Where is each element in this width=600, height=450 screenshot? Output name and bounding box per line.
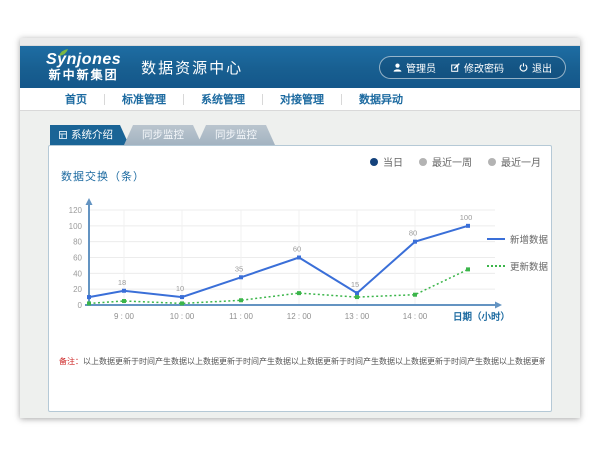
- svg-text:40: 40: [73, 269, 82, 278]
- svg-text:14 : 00: 14 : 00: [403, 312, 428, 321]
- svg-text:100: 100: [69, 222, 83, 231]
- current-user-label: 管理员: [406, 60, 436, 75]
- logout-button[interactable]: 退出: [519, 60, 552, 75]
- legend-item-updated-data[interactable]: 更新数据: [487, 259, 548, 273]
- content-area: 系统介绍 同步监控 同步监控 当日 最近一周: [20, 111, 580, 412]
- radio-last-month[interactable]: 最近一月: [488, 154, 541, 169]
- svg-text:13 : 00: 13 : 00: [345, 312, 370, 321]
- brand-name-en: Synjones: [46, 52, 121, 69]
- change-password-label: 修改密码: [464, 60, 504, 75]
- tab-label: 同步监控: [142, 125, 184, 145]
- tab-label: 同步监控: [215, 125, 257, 145]
- svg-text:15: 15: [351, 280, 359, 289]
- nav-item-interface-mgmt[interactable]: 对接管理: [263, 91, 341, 107]
- tab-label: 系统介绍: [71, 125, 113, 145]
- app-title: 数据资源中心: [141, 57, 243, 78]
- svg-text:11 : 00: 11 : 00: [229, 312, 253, 321]
- nav-item-data-change[interactable]: 数据异动: [342, 91, 420, 107]
- brand-name-cn: 新中新集团: [49, 69, 119, 82]
- legend-line-swatch: [487, 238, 505, 240]
- svg-text:18: 18: [118, 278, 126, 287]
- nav-item-standard-mgmt[interactable]: 标准管理: [105, 91, 183, 107]
- logout-label: 退出: [532, 60, 552, 75]
- user-icon: [393, 63, 402, 72]
- radio-dot: [488, 158, 496, 166]
- tab-bar: 系统介绍 同步监控 同步监控: [50, 125, 552, 145]
- radio-label: 最近一周: [432, 154, 472, 169]
- radio-dot: [370, 158, 378, 166]
- current-user-button[interactable]: 管理员: [393, 60, 436, 75]
- exchange-line-chart: 0 20 40 60 80 100 120 9 : 00 10 : 00 11 : 00 12 : …: [57, 188, 512, 326]
- chart-legend: 新增数据 更新数据: [487, 232, 548, 273]
- power-icon: [519, 63, 528, 72]
- nav-item-home[interactable]: 首页: [48, 91, 104, 107]
- chart-panel: 当日 最近一周 最近一月 数据交换（条） 0 20 40 60 80 100 120 9 : …: [48, 145, 552, 412]
- radio-last-week[interactable]: 最近一周: [419, 154, 472, 169]
- browser-page: Synjones 新中新集团 数据资源中心 管理员: [20, 38, 580, 418]
- svg-text:100: 100: [460, 213, 473, 222]
- tab-sync-monitor-1[interactable]: 同步监控: [124, 125, 202, 145]
- svg-text:80: 80: [73, 238, 82, 247]
- legend-line-swatch: [487, 265, 505, 267]
- footnote: 备注：以上数据更新于时间产生数据以上数据更新于时间产生数据以上数据更新于时间产生…: [59, 356, 545, 367]
- radio-label: 当日: [383, 154, 403, 169]
- time-range-filter: 当日 最近一周 最近一月: [370, 154, 541, 169]
- svg-text:12 : 00: 12 : 00: [287, 312, 312, 321]
- company-logo: Synjones 新中新集团: [46, 52, 121, 81]
- grid-icon: [59, 131, 67, 139]
- nav-item-system-mgmt[interactable]: 系统管理: [184, 91, 262, 107]
- svg-text:60: 60: [293, 245, 301, 254]
- svg-text:60: 60: [73, 254, 82, 263]
- user-toolbar: 管理员 修改密码 退出: [379, 56, 566, 79]
- edit-icon: [451, 63, 460, 72]
- svg-text:9 : 00: 9 : 00: [114, 312, 135, 321]
- footnote-label: 备注：: [59, 357, 83, 366]
- screenshot-stage: Synjones 新中新集团 数据资源中心 管理员: [0, 0, 600, 450]
- app-header: Synjones 新中新集团 数据资源中心 管理员: [20, 46, 580, 88]
- radio-today[interactable]: 当日: [370, 154, 403, 169]
- svg-text:0: 0: [78, 301, 83, 310]
- page-top-strip: [20, 38, 580, 46]
- svg-text:20: 20: [73, 285, 82, 294]
- svg-text:80: 80: [409, 229, 417, 238]
- leaf-icon: [59, 49, 69, 57]
- tab-sync-monitor-2[interactable]: 同步监控: [197, 125, 275, 145]
- svg-text:10: 10: [176, 284, 184, 293]
- svg-text:120: 120: [69, 206, 83, 215]
- legend-label: 新增数据: [510, 232, 548, 246]
- footnote-text: 以上数据更新于时间产生数据以上数据更新于时间产生数据以上数据更新于时间产生数据以…: [83, 357, 545, 366]
- change-password-button[interactable]: 修改密码: [451, 60, 504, 75]
- y-axis-title: 数据交换（条）: [61, 168, 145, 184]
- legend-item-new-data[interactable]: 新增数据: [487, 232, 548, 246]
- main-nav: 首页 标准管理 系统管理 对接管理 数据异动: [20, 88, 580, 111]
- radio-label: 最近一月: [501, 154, 541, 169]
- legend-label: 更新数据: [510, 259, 548, 273]
- svg-text:日期（小时）: 日期（小时）: [453, 311, 510, 323]
- radio-dot: [419, 158, 427, 166]
- tab-system-intro[interactable]: 系统介绍: [50, 125, 129, 145]
- svg-text:35: 35: [235, 264, 243, 273]
- svg-text:10 : 00: 10 : 00: [170, 312, 195, 321]
